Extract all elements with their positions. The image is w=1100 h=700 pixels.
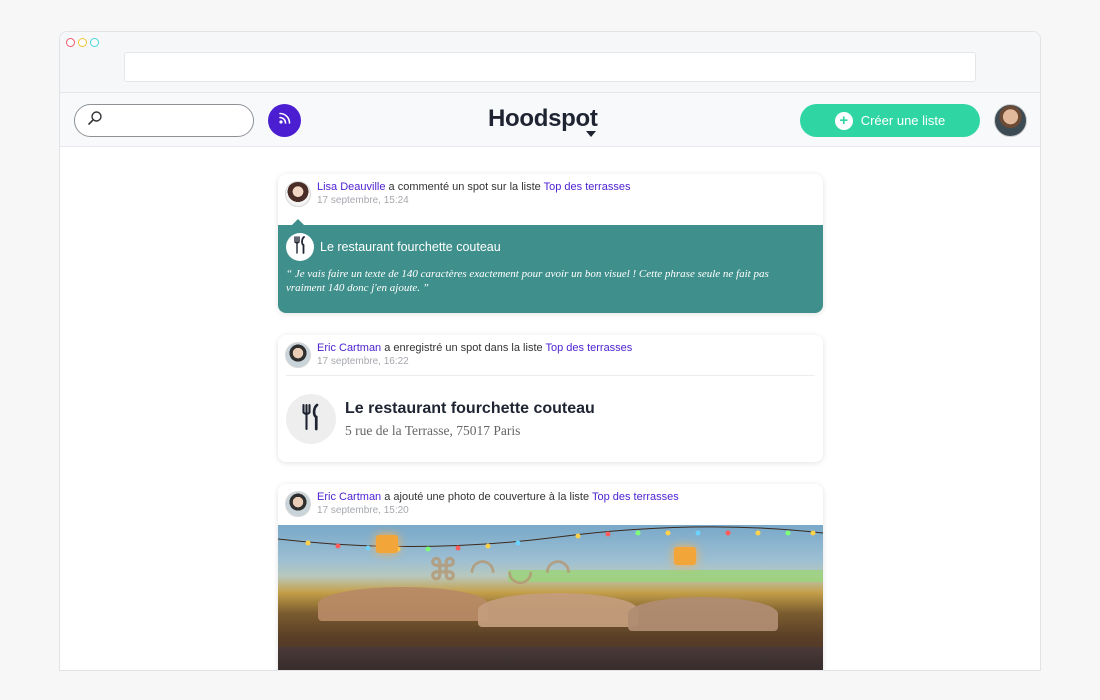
user-link[interactable]: Lisa Deauville	[317, 181, 385, 193]
feed-button[interactable]	[268, 104, 301, 137]
photo-sign-shape: ⌘ ◠ ◡ ◠	[428, 554, 574, 587]
photo-lantern	[376, 535, 398, 553]
list-link[interactable]: Top des terrasses	[592, 491, 679, 503]
activity-text: a commenté un spot sur la liste	[385, 181, 544, 193]
window-controls	[66, 38, 99, 47]
close-dot[interactable]	[66, 38, 75, 47]
list-link[interactable]: Top des terrasses	[545, 342, 632, 354]
maximize-dot[interactable]	[90, 38, 99, 47]
activity-timestamp: 17 septembre, 15:24	[317, 195, 409, 206]
avatar[interactable]	[285, 491, 311, 517]
browser-chrome	[60, 32, 1040, 93]
activity-header: Eric Cartman a enregistré un spot dans l…	[278, 335, 823, 373]
cover-photo[interactable]: ⌘ ◠ ◡ ◠	[278, 525, 823, 670]
avatar[interactable]	[285, 342, 311, 368]
search-icon	[87, 110, 103, 131]
create-list-label: Créer une liste	[860, 113, 946, 128]
cutlery-icon	[299, 402, 323, 437]
activity-line: Eric Cartman a ajouté une photo de couve…	[317, 491, 679, 503]
user-avatar[interactable]	[994, 104, 1027, 137]
list-link[interactable]: Top des terrasses	[544, 181, 631, 193]
activity-card-saved-spot: Eric Cartman a enregistré un spot dans l…	[278, 335, 823, 462]
activity-header: Lisa Deauville a commenté un spot sur la…	[278, 174, 823, 212]
search-input[interactable]	[74, 104, 254, 137]
activity-text: a ajouté une photo de couverture à la li…	[381, 491, 592, 503]
activity-card-comment: Lisa Deauville a commenté un spot sur la…	[278, 174, 823, 313]
photo-umbrella	[478, 593, 638, 627]
browser-window: Hoodspot + Créer une liste Lisa Deauvill…	[59, 31, 1041, 671]
comment-text: “ Je vais faire un texte de 140 caractèr…	[286, 268, 769, 294]
photo-umbrella	[628, 597, 778, 631]
cutlery-icon	[292, 235, 308, 259]
activity-card-cover-photo: Eric Cartman a ajouté une photo de couve…	[278, 484, 823, 670]
spot-badge[interactable]	[286, 233, 314, 261]
comment-pointer	[292, 219, 304, 225]
user-link[interactable]: Eric Cartman	[317, 491, 381, 503]
spot-badge[interactable]	[286, 394, 336, 444]
activity-line: Lisa Deauville a commenté un spot sur la…	[317, 181, 630, 193]
photo-crowd	[278, 647, 823, 670]
user-link[interactable]: Eric Cartman	[317, 342, 381, 354]
activity-text: a enregistré un spot dans la liste	[381, 342, 546, 354]
app-header: Hoodspot + Créer une liste	[60, 93, 1040, 147]
activity-timestamp: 17 septembre, 15:20	[317, 505, 409, 516]
card-divider	[286, 375, 815, 376]
photo-lantern	[674, 547, 696, 565]
activity-line: Eric Cartman a enregistré un spot dans l…	[317, 342, 632, 354]
logo-text: Hoodspot	[488, 105, 598, 132]
activity-timestamp: 17 septembre, 16:22	[317, 356, 409, 367]
activity-header: Eric Cartman a ajouté une photo de couve…	[278, 484, 823, 522]
photo-umbrella	[318, 587, 488, 621]
spot-address: 5 rue de la Terrasse, 75017 Paris	[345, 423, 521, 438]
spot-name[interactable]: Le restaurant fourchette couteau	[320, 240, 501, 254]
comment-box: Le restaurant fourchette couteau “ Je va…	[278, 219, 823, 313]
feed-area: Lisa Deauville a commenté un spot sur la…	[60, 148, 1040, 670]
create-list-button[interactable]: + Créer une liste	[800, 104, 980, 137]
address-bar[interactable]	[124, 52, 976, 82]
spot-name[interactable]: Le restaurant fourchette couteau	[345, 400, 595, 418]
minimize-dot[interactable]	[78, 38, 87, 47]
logo-pin-mark	[586, 131, 596, 137]
avatar[interactable]	[285, 181, 311, 207]
plus-icon: +	[834, 111, 853, 130]
app-logo[interactable]: Hoodspot	[488, 105, 598, 137]
rss-icon	[277, 110, 293, 131]
